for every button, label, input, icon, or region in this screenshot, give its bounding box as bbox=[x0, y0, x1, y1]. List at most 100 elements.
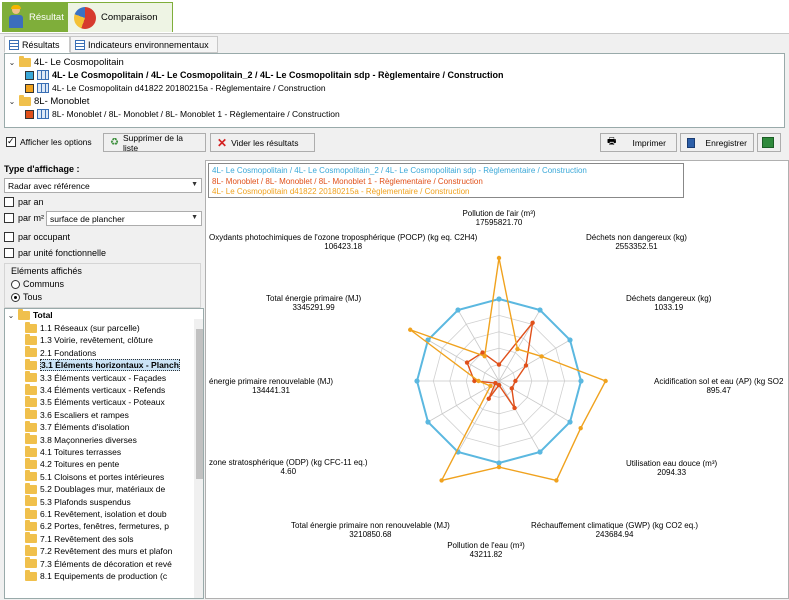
tree-item[interactable]: 6.2 Portes, fenêtres, fermetures, p bbox=[25, 519, 169, 532]
radar-point bbox=[578, 378, 584, 384]
legend-entry: 8L- Monoblet / 8L- Monoblet / 8L- Monobl… bbox=[212, 176, 483, 186]
checkbox[interactable] bbox=[4, 232, 14, 242]
folder-icon bbox=[25, 457, 37, 469]
par-an-checkbox[interactable]: par an bbox=[4, 197, 44, 207]
radio-button-selected[interactable] bbox=[11, 292, 20, 302]
radar-point bbox=[537, 449, 543, 455]
radar-axis-label: Pollution de l'air (m³) 17595821.70 bbox=[462, 209, 535, 227]
folder-icon bbox=[25, 433, 37, 445]
element-tree: ⌄ Total 1.1 Réseaux (sur parcelle) 1.3 Vo… bbox=[4, 308, 204, 599]
list-group-label: 4L- Le Cosmopolitain bbox=[34, 56, 124, 68]
afficher-options-checkbox[interactable]: Afficher les options bbox=[6, 136, 92, 147]
pie-chart-icon bbox=[74, 6, 96, 29]
par-m2-checkbox[interactable]: par m² bbox=[4, 213, 44, 223]
tree-item[interactable]: 3.5 Éléments verticaux - Poteaux bbox=[25, 395, 165, 408]
tree-item[interactable]: 3.8 Maçonneries diverses bbox=[25, 433, 137, 446]
scrollbar-thumb[interactable] bbox=[196, 329, 203, 479]
collapse-icon[interactable]: ⌄ bbox=[8, 97, 16, 106]
radar-point bbox=[578, 425, 583, 431]
tree-item[interactable]: 3.3 Éléments verticaux - Façades bbox=[25, 371, 166, 384]
imprimer-label: Imprimer bbox=[632, 137, 666, 148]
supprimer-label: Supprimer de la liste bbox=[122, 132, 183, 153]
tree-item[interactable]: 7.2 Revêtement des murs et plafon bbox=[25, 544, 172, 557]
supprimer-button[interactable]: ♻ Supprimer de la liste bbox=[103, 132, 206, 153]
tree-item[interactable]: 3.1 Éléments horizontaux - Planch bbox=[25, 358, 180, 372]
radar-point bbox=[408, 327, 413, 332]
list-item[interactable]: 8L- Monoblet / 8L- Monoblet / 8L- Monobl… bbox=[25, 108, 340, 120]
splitter-handle[interactable]: .... bbox=[390, 154, 402, 163]
list-item-label: 8L- Monoblet / 8L- Monoblet / 8L- Monobl… bbox=[52, 109, 340, 119]
tree-item[interactable]: 2.1 Fondations bbox=[25, 346, 96, 359]
collapse-icon[interactable]: ⌄ bbox=[7, 311, 15, 320]
list-group-cosmopolitain[interactable]: ⌄ 4L- Le Cosmopolitain bbox=[8, 55, 124, 68]
tree-item[interactable]: 6.1 Revêtement, isolation et doub bbox=[25, 507, 167, 520]
axis-value: 106423.18 bbox=[324, 242, 363, 251]
subtab-resultats[interactable]: Résultats bbox=[4, 36, 70, 53]
radio-button[interactable] bbox=[11, 279, 20, 289]
radar-axis-label: Déchets dangereux (kg) 1033.19 bbox=[626, 294, 711, 312]
radar-point bbox=[496, 464, 502, 470]
tree-item[interactable]: 5.1 Cloisons et portes intérieures bbox=[25, 470, 165, 483]
axis-name: Déchets dangereux (kg) bbox=[626, 294, 712, 303]
tree-item[interactable]: 1.3 Voirie, revêtement, clôture bbox=[25, 333, 153, 346]
worker-icon bbox=[8, 5, 24, 28]
radar-point bbox=[554, 478, 559, 483]
list-item[interactable]: 4L- Le Cosmopolitain / 4L- Le Cosmopolit… bbox=[25, 69, 504, 81]
tree-item[interactable]: 1.1 Réseaux (sur parcelle) bbox=[25, 321, 140, 334]
checkbox[interactable] bbox=[4, 197, 14, 207]
tree-item[interactable]: 5.3 Plafonds suspendus bbox=[25, 495, 131, 508]
checkbox-checked[interactable] bbox=[6, 136, 16, 147]
axis-value: 895.47 bbox=[706, 386, 731, 395]
par-unite-checkbox[interactable]: par unité fonctionnelle bbox=[4, 248, 106, 258]
checkbox[interactable] bbox=[4, 248, 14, 258]
radar-axis-label: énergie primaire renouvelable (MJ) 134441… bbox=[209, 377, 333, 395]
series-color-swatch bbox=[25, 70, 34, 80]
folder-icon bbox=[25, 333, 37, 345]
tous-radio[interactable]: Tous bbox=[11, 292, 42, 302]
sub-tab-bar: Résultats Indicateurs environnementaux bbox=[0, 35, 789, 53]
tab-resultat[interactable]: Résultat bbox=[2, 2, 72, 32]
checkbox[interactable] bbox=[4, 213, 14, 223]
tree-item[interactable]: 8.1 Equipements de production (c bbox=[25, 569, 167, 582]
tree-root[interactable]: ⌄ Total bbox=[7, 309, 53, 321]
radar-point bbox=[439, 478, 444, 483]
tree-item[interactable]: 4.1 Toitures terrasses bbox=[25, 445, 121, 458]
tree-item-label: 4.2 Toitures en pente bbox=[40, 459, 120, 470]
radar-point bbox=[414, 378, 420, 384]
tree-item[interactable]: 4.2 Toitures en pente bbox=[25, 457, 120, 470]
imprimer-button[interactable]: 🖶 Imprimer bbox=[600, 133, 677, 152]
enregistrer-button[interactable]: Enregistrer bbox=[680, 133, 754, 152]
radar-point bbox=[455, 307, 461, 313]
axis-name: Pollution de l'eau (m³) bbox=[447, 541, 525, 550]
vider-button[interactable]: ✕ Vider les résultats bbox=[210, 133, 315, 152]
list-item[interactable]: 4L- Le Cosmopolitain d41822 20180215a - … bbox=[25, 82, 326, 94]
communs-radio[interactable]: Communs bbox=[11, 279, 64, 289]
tree-item[interactable]: 7.1 Revêtement des sols bbox=[25, 532, 134, 545]
list-group-monoblet[interactable]: ⌄ 8L- Monoblet bbox=[8, 94, 89, 107]
par-an-label: par an bbox=[18, 197, 44, 207]
tree-item[interactable]: 3.4 Éléments verticaux - Refends bbox=[25, 383, 165, 396]
par-occupant-label: par occupant bbox=[18, 232, 71, 242]
tree-item-label: 5.1 Cloisons et portes intérieures bbox=[40, 471, 165, 482]
subtab-resultats-label: Résultats bbox=[22, 39, 60, 50]
tab-comparaison[interactable]: Comparaison bbox=[67, 2, 173, 32]
surface-select[interactable]: surface de plancher ▼ bbox=[46, 211, 202, 226]
collapse-icon[interactable]: ⌄ bbox=[8, 58, 16, 67]
tree-item[interactable]: 3.7 Éléments d'isolation bbox=[25, 420, 130, 433]
tree-item-label: 3.5 Éléments verticaux - Poteaux bbox=[40, 397, 165, 408]
radar-axis-label: Oxydants photochimiques de l'ozone tropo… bbox=[209, 233, 477, 251]
folder-icon bbox=[25, 383, 37, 395]
tree-item[interactable]: 5.2 Doublages mur, matériaux de bbox=[25, 482, 165, 495]
axis-name: Total énergie primaire non renouvelable … bbox=[291, 521, 450, 530]
type-affichage-select[interactable]: Radar avec référence ▼ bbox=[4, 178, 202, 193]
axis-name: énergie primaire renouvelable (MJ) bbox=[209, 377, 334, 386]
par-occupant-checkbox[interactable]: par occupant bbox=[4, 232, 70, 242]
tree-item[interactable]: 3.6 Escaliers et rampes bbox=[25, 408, 129, 421]
par-m2-label: par m² bbox=[18, 213, 45, 223]
radar-point bbox=[482, 353, 487, 359]
export-excel-button[interactable] bbox=[757, 133, 781, 152]
tree-item[interactable]: 7.3 Éléments de décoration et revé bbox=[25, 557, 172, 570]
top-tab-bar: Résultat Comparaison bbox=[0, 0, 789, 34]
subtab-indicateurs[interactable]: Indicateurs environnementaux bbox=[70, 36, 218, 53]
radar-point bbox=[530, 320, 535, 325]
